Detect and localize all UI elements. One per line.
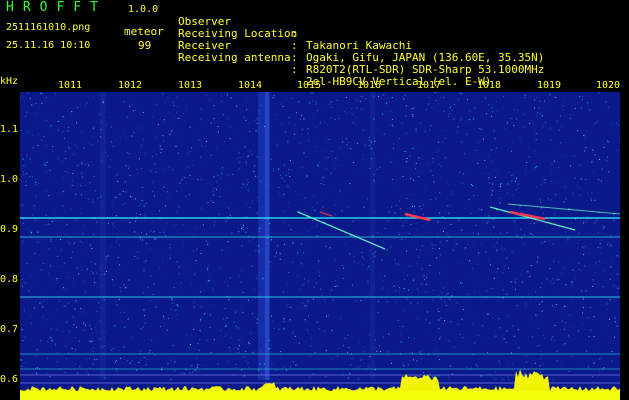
x-tick-label: 1011	[58, 80, 83, 91]
unit-label: kHz	[0, 76, 19, 87]
interference-column	[265, 92, 269, 380]
y-tick-label: 0.8	[0, 274, 19, 285]
x-tick-label: 1015	[297, 80, 322, 91]
y-tick-label: 1.0	[0, 174, 19, 185]
file-name: 2511161010.png	[6, 22, 91, 33]
x-tick-label: 1019	[537, 80, 562, 91]
x-tick-label: 1018	[477, 80, 502, 91]
info-value: 2el-HB9CV Vertical (el. E-W)	[306, 75, 492, 88]
app-version: 1.0.0	[128, 4, 159, 15]
x-tick-label: 1014	[238, 80, 263, 91]
interference-column	[100, 92, 106, 380]
x-tick-label: 1020	[596, 80, 621, 91]
hrofft-window: HROFFT 1.0.0 2511161010.png meteor 25.11…	[0, 0, 629, 400]
y-tick-label: 1.1	[0, 124, 19, 135]
info-separator: :	[291, 63, 298, 76]
event-count: 99	[138, 39, 152, 52]
y-tick-label: 0.6	[0, 374, 19, 385]
info-label: Receiving antenna	[178, 51, 291, 64]
spectrogram	[20, 92, 620, 400]
timestamp: 25.11.16 10:10	[6, 40, 91, 51]
app-title: HROFFT	[6, 0, 107, 15]
x-tick-label: 1012	[118, 80, 143, 91]
x-tick-label: 1013	[178, 80, 203, 91]
interference-column	[370, 92, 375, 380]
spectrogram-canvas	[20, 92, 620, 400]
x-tick-label: 1017	[417, 80, 442, 91]
y-tick-label: 0.9	[0, 224, 19, 235]
y-tick-label: 0.7	[0, 324, 19, 335]
event-type-label: meteor	[124, 25, 164, 38]
info-row-antenna: Receiving antenna : 2el-HB9CV Vertical (…	[178, 40, 491, 100]
x-tick-label: 1016	[357, 80, 382, 91]
